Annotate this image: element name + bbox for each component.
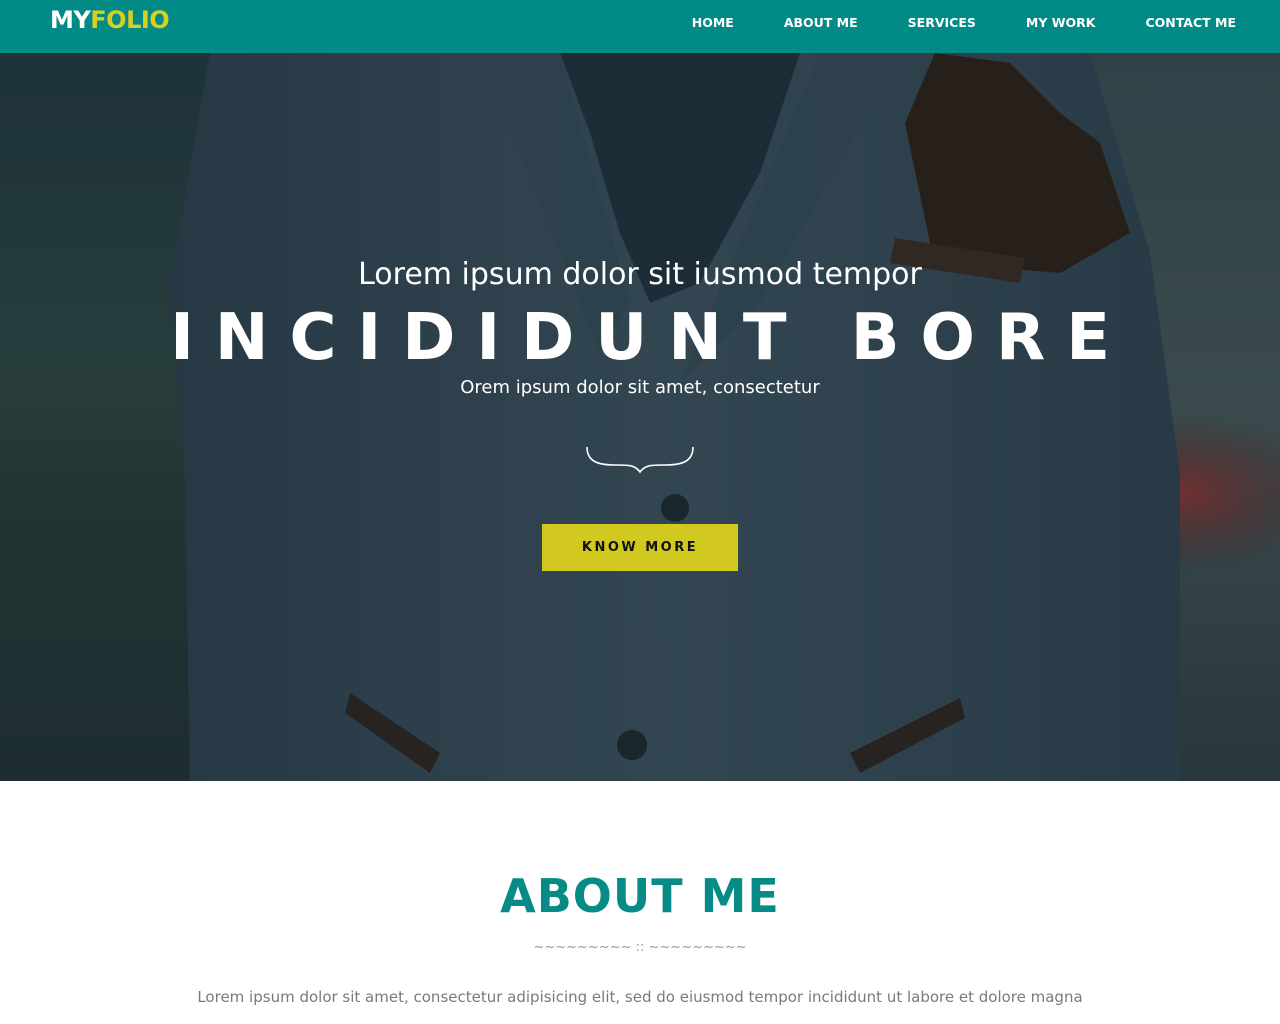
site-header: MYFOLIO HOME ABOUT ME SERVICES MY WORK C… xyxy=(0,0,1280,53)
nav-my-work[interactable]: MY WORK xyxy=(1026,15,1096,30)
hero-subtitle: Orem ipsum dolor sit amet, consectetur xyxy=(460,377,820,398)
curly-brace-divider-icon xyxy=(586,446,694,474)
about-text: Lorem ipsum dolor sit amet, consectetur … xyxy=(197,988,1083,1006)
nav-services[interactable]: SERVICES xyxy=(908,15,976,30)
hero-overlay xyxy=(0,53,1280,781)
site-logo[interactable]: MYFOLIO xyxy=(50,5,170,35)
nav-about-me[interactable]: ABOUT ME xyxy=(784,15,858,30)
logo-prefix: MY xyxy=(50,6,91,34)
hero-section: Lorem ipsum dolor sit iusmod tempor INCI… xyxy=(0,53,1280,781)
about-title: ABOUT ME xyxy=(500,869,780,923)
hero-kicker: Lorem ipsum dolor sit iusmod tempor xyxy=(358,257,922,292)
main-nav: HOME ABOUT ME SERVICES MY WORK CONTACT M… xyxy=(692,0,1236,44)
logo-suffix: FOLIO xyxy=(90,6,170,34)
hero-title: INCIDIDUNT BORE xyxy=(170,301,1131,375)
know-more-button[interactable]: KNOW MORE xyxy=(542,524,738,571)
nav-contact-me[interactable]: CONTACT ME xyxy=(1145,15,1236,30)
nav-home[interactable]: HOME xyxy=(692,15,734,30)
about-divider: ~~~~~~~~~ :: ~~~~~~~~~ xyxy=(533,940,747,955)
